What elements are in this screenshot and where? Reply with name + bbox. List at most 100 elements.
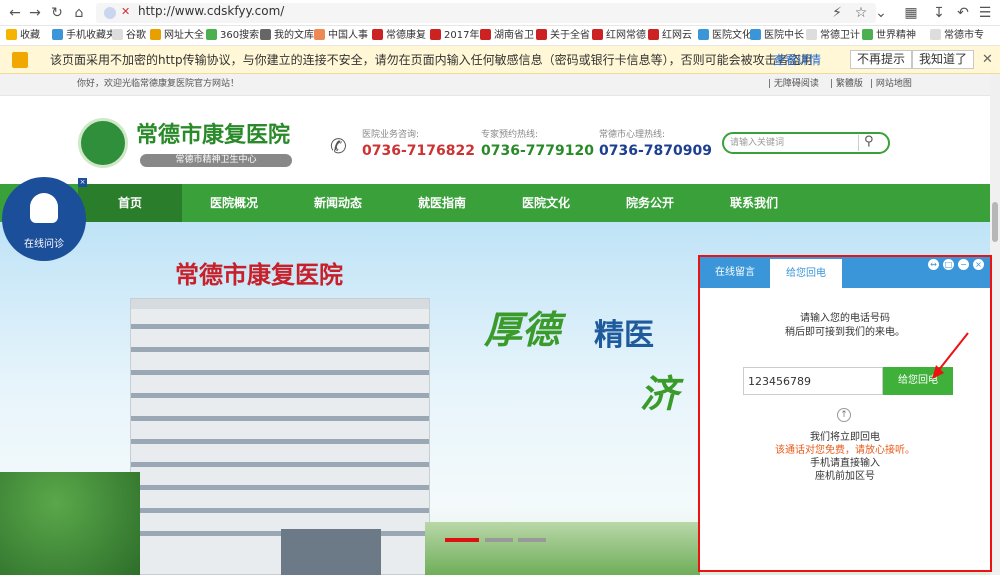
back-icon[interactable]: ←: [6, 4, 24, 22]
hotline-number: 0736-7870909: [599, 143, 712, 159]
nav-item-contact[interactable]: 联系我们: [702, 184, 806, 222]
bookmark-item[interactable]: 我的文库: [260, 29, 314, 43]
star-icon[interactable]: ☆: [852, 4, 870, 22]
nav-item-home[interactable]: 首页: [78, 184, 182, 222]
info-line-4: 座机前加区号: [815, 471, 875, 482]
bookmark-item[interactable]: 2017年: [430, 29, 479, 43]
phone-input[interactable]: 123456789: [743, 367, 883, 395]
prompt-line-1: 请输入您的电话号码: [800, 313, 890, 324]
nav-item-guide[interactable]: 就医指南: [390, 184, 494, 222]
phone-icon: ✆: [330, 134, 347, 158]
hotline-label: 专家预约热线:: [481, 130, 539, 140]
slide-dot[interactable]: [485, 538, 513, 542]
bookmark-item[interactable]: 红网云: [648, 29, 692, 43]
online-consult-widget[interactable]: 在线问诊: [2, 177, 86, 261]
site-top-bar: 你好，欢迎光临常德康复医院官方网站！ | 无障碍阅读 | 繁體版 | 网站地图: [0, 74, 990, 96]
popup-header: 在线留言 给您回电 ↔ □ − ×: [700, 257, 990, 288]
bookmark-item[interactable]: 常德卫计: [806, 29, 860, 43]
tab-message[interactable]: 在线留言: [704, 257, 766, 288]
close-icon[interactable]: ✕: [982, 52, 993, 67]
insecure-icon: ✕: [121, 5, 131, 18]
bookmark-item[interactable]: 世界精神: [862, 29, 916, 43]
bookmark-item[interactable]: 关于全省: [536, 29, 590, 43]
undo-icon[interactable]: ↶: [954, 4, 972, 22]
nav-item-news[interactable]: 新闻动态: [286, 184, 390, 222]
top-link-sitemap[interactable]: | 网站地图: [870, 79, 912, 90]
slide-dot-active[interactable]: [445, 538, 479, 542]
bookmark-item[interactable]: 谷歌: [112, 29, 146, 43]
top-link-accessibility[interactable]: | 无障碍阅读: [768, 79, 819, 90]
top-link-traditional[interactable]: | 繁體版: [830, 79, 863, 90]
bookmark-item[interactable]: 医院文化: [698, 29, 752, 43]
got-it-button[interactable]: 我知道了: [912, 50, 975, 69]
building-windows: [131, 309, 429, 554]
search-divider: [858, 135, 859, 151]
hero-slogan-2: 精医: [594, 318, 654, 353]
warning-icon: [12, 52, 28, 68]
doctor-icon: [30, 193, 58, 223]
bookmark-item[interactable]: 湖南省卫: [480, 29, 534, 43]
hotline-number: 0736-7779120: [481, 143, 594, 159]
nav-item-overview[interactable]: 医院概况: [182, 184, 286, 222]
tab-callback[interactable]: 给您回电: [770, 259, 842, 288]
chevron-down-icon[interactable]: ⌄: [872, 4, 890, 22]
site-icon: [104, 7, 116, 19]
trees-left: [0, 472, 140, 575]
callback-popup: 在线留言 给您回电 ↔ □ − × 请输入您的电话号码 稍后即可接到我们的来电。…: [698, 255, 992, 572]
hospital-building-image: [130, 298, 430, 575]
hotline-label: 医院业务咨询:: [362, 130, 420, 140]
phone-input-value: 123456789: [748, 375, 811, 388]
reload-icon[interactable]: ↻: [48, 4, 66, 22]
slide-dot[interactable]: [518, 538, 546, 542]
lightning-icon[interactable]: ⚡: [828, 4, 846, 22]
hospital-logo-icon[interactable]: [78, 118, 128, 168]
close-icon[interactable]: ×: [973, 259, 984, 270]
bookmark-item[interactable]: 网址大全: [150, 29, 204, 43]
nav-item-affairs[interactable]: 院务公开: [598, 184, 702, 222]
bookmark-item[interactable]: 手机收藏夹: [52, 29, 116, 43]
bookmark-item[interactable]: 收藏: [6, 29, 40, 43]
building-entrance: [281, 529, 381, 575]
download-icon[interactable]: ↧: [930, 4, 948, 22]
info-line-2: 该通话对您免费，请放心接听。: [775, 445, 915, 456]
maximize-icon[interactable]: □: [943, 259, 954, 270]
nav-item-culture[interactable]: 医院文化: [494, 184, 598, 222]
grid-icon[interactable]: ▦: [902, 4, 920, 22]
trees-right: [425, 522, 700, 575]
hero-slogan-3: 济: [640, 371, 679, 416]
bookmark-item[interactable]: 常德市专: [930, 29, 984, 43]
search-box[interactable]: 请输入关键词 ⚲: [722, 132, 890, 154]
menu-icon[interactable]: ☰: [976, 4, 994, 22]
swap-icon[interactable]: ↔: [928, 259, 939, 270]
main-nav: 首页 医院概况 新闻动态 就医指南 医院文化 院务公开 联系我们: [0, 184, 990, 222]
home-icon[interactable]: ⌂: [70, 4, 88, 22]
bookmark-item[interactable]: 红网常德: [592, 29, 646, 43]
site-header: 常德市康复医院 常德市精神卫生中心 ✆ 医院业务咨询: 0736-7176822…: [0, 96, 990, 184]
bookmark-item[interactable]: 中国人事: [314, 29, 368, 43]
bookmark-item[interactable]: 常德康复: [372, 29, 426, 43]
logo-title: 常德市康复医院: [136, 122, 291, 148]
search-input[interactable]: 请输入关键词: [730, 137, 784, 149]
url-text[interactable]: http://www.cdskfyy.com/: [138, 4, 284, 18]
forward-icon[interactable]: →: [26, 4, 44, 22]
no-remind-button[interactable]: 不再提示: [850, 50, 913, 69]
building-roof: [131, 299, 429, 309]
hotline-number: 0736-7176822: [362, 143, 475, 159]
hotline-label: 常德市心理热线:: [599, 130, 666, 140]
details-link[interactable]: 查看详情: [773, 53, 821, 67]
info-line-1: 我们将立即回电: [810, 432, 880, 443]
minimize-icon[interactable]: −: [958, 259, 969, 270]
red-arrow-annotation: [932, 332, 969, 379]
welcome-text: 你好，欢迎光临常德康复医院官方网站！: [77, 79, 240, 89]
logo-subtitle: 常德市精神卫生中心: [140, 154, 292, 167]
bookmarks-bar: 收藏 手机收藏夹 谷歌 网址大全 360搜索 我的文库 中国人事 常德康复 20…: [0, 26, 1000, 46]
bookmark-item[interactable]: 360搜索: [206, 29, 259, 43]
security-warning-bar: 该页面采用不加密的http传输协议，与你建立的连接不安全，请勿在页面内输入任何敏…: [0, 46, 1000, 74]
info-line-3: 手机请直接输入: [810, 458, 880, 469]
online-consult-label: 在线问诊: [24, 239, 64, 250]
close-icon[interactable]: ×: [78, 178, 87, 187]
scrollbar-thumb[interactable]: [992, 202, 998, 242]
hero-slogan-1: 厚德: [484, 307, 561, 352]
bookmark-item[interactable]: 医院中长: [750, 29, 804, 43]
search-icon[interactable]: ⚲: [864, 134, 874, 149]
